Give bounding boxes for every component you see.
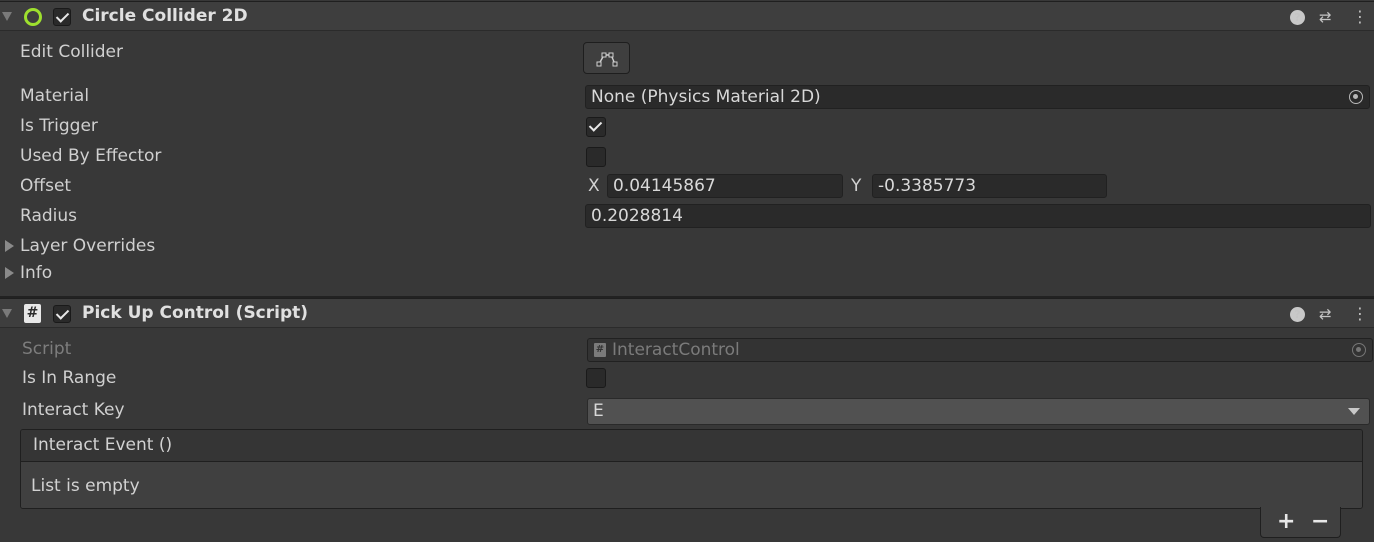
foldout-arrow-icon[interactable] (2, 12, 12, 21)
add-item-button[interactable]: + (1277, 509, 1295, 534)
offset-label: Offset (20, 176, 72, 196)
script-value: InteractControl (612, 340, 740, 360)
is-in-range-label: Is In Range (22, 368, 117, 388)
used-by-effector-checkbox[interactable] (586, 147, 606, 167)
material-field[interactable]: None (Physics Material 2D) (585, 85, 1370, 109)
object-picker-icon (1352, 343, 1366, 357)
script-file-icon: # (594, 343, 606, 357)
edit-shape-icon (596, 52, 618, 67)
help-icon[interactable]: ? (1290, 307, 1305, 322)
is-in-range-checkbox[interactable] (586, 368, 606, 388)
component-enabled-checkbox[interactable] (53, 8, 71, 26)
interact-key-dropdown[interactable]: E (587, 398, 1370, 425)
component-title: Pick Up Control (Script) (82, 303, 309, 323)
component-enabled-checkbox[interactable] (53, 305, 71, 323)
interact-event-list: Interact Event () List is empty (20, 429, 1363, 509)
info-label[interactable]: Info (20, 263, 52, 283)
presets-icon[interactable]: ⇄ (1319, 10, 1332, 25)
list-add-remove-footer: + − (1260, 507, 1341, 538)
script-label: Script (22, 339, 72, 359)
radius-label: Radius (20, 206, 78, 226)
material-label: Material (20, 86, 90, 106)
pickup-control-header[interactable]: # Pick Up Control (Script) ? ⇄ ⋮ (0, 298, 1374, 328)
script-icon: # (24, 304, 41, 323)
offset-x-field[interactable]: 0.04145867 (607, 174, 843, 198)
edit-collider-label: Edit Collider (20, 42, 124, 62)
offset-x-label[interactable]: X (588, 176, 600, 196)
layer-overrides-label[interactable]: Layer Overrides (20, 236, 155, 256)
material-value: None (Physics Material 2D) (591, 87, 821, 107)
object-picker-icon[interactable] (1349, 90, 1363, 104)
info-foldout-icon[interactable] (5, 267, 14, 279)
layer-overrides-foldout-icon[interactable] (5, 240, 14, 252)
foldout-arrow-icon[interactable] (2, 309, 12, 318)
script-field: # InteractControl (587, 338, 1373, 362)
radius-field[interactable]: 0.2028814 (585, 204, 1371, 228)
component-title: Circle Collider 2D (82, 6, 248, 26)
interact-key-value: E (593, 401, 604, 421)
help-icon[interactable]: ? (1290, 10, 1305, 25)
context-menu-icon[interactable]: ⋮ (1352, 306, 1368, 322)
circle-collider-header[interactable]: Circle Collider 2D ? ⇄ ⋮ (0, 1, 1374, 31)
circle-collider-icon (24, 8, 42, 26)
interact-event-empty-text: List is empty (21, 462, 1362, 508)
interact-event-header: Interact Event () (21, 430, 1362, 462)
chevron-down-icon (1348, 408, 1360, 415)
is-trigger-label: Is Trigger (20, 116, 98, 136)
interact-key-label: Interact Key (22, 400, 125, 420)
is-trigger-checkbox[interactable] (586, 117, 606, 137)
offset-y-field[interactable]: -0.3385773 (872, 174, 1107, 198)
remove-item-button[interactable]: − (1311, 509, 1329, 534)
presets-icon[interactable]: ⇄ (1319, 307, 1332, 322)
context-menu-icon[interactable]: ⋮ (1352, 9, 1368, 25)
offset-y-label[interactable]: Y (851, 176, 861, 196)
edit-collider-button[interactable] (583, 42, 630, 74)
script-hash-glyph: # (26, 305, 39, 321)
used-by-effector-label: Used By Effector (20, 146, 162, 166)
script-file-hash-glyph: # (595, 344, 605, 355)
